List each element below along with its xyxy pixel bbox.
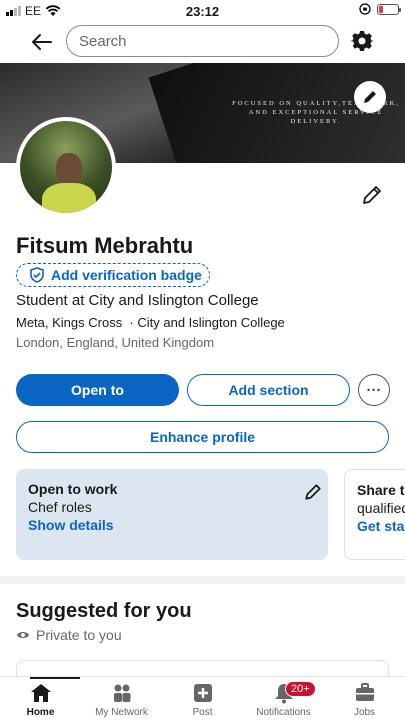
notification-count-badge: 20+: [285, 681, 316, 697]
open-to-button[interactable]: Open to: [16, 374, 179, 406]
status-bar: EE 23:12: [0, 0, 405, 22]
private-label: Private to you: [36, 627, 122, 643]
home-icon: [30, 684, 51, 702]
edit-profile-pencil-icon[interactable]: [360, 183, 384, 207]
verify-label: Add verification badge: [51, 267, 202, 283]
eye-icon: [17, 632, 29, 638]
tab-notifications[interactable]: 20+ Notifications: [243, 681, 324, 720]
open-to-work-title: Open to work: [28, 481, 118, 497]
tab-my-network[interactable]: My Network: [81, 681, 162, 720]
edit-cover-button[interactable]: [354, 81, 386, 113]
add-section-button[interactable]: Add section: [187, 374, 350, 406]
profile-name: Fitsum Mebrahtu: [16, 233, 194, 258]
active-tab-indicator: [30, 677, 80, 679]
shield-check-icon: [30, 267, 44, 283]
tab-post[interactable]: Post: [162, 681, 243, 720]
status-right: [359, 3, 401, 15]
share-card-title: Share th: [357, 482, 405, 498]
pencil-icon[interactable]: [304, 483, 322, 501]
briefcase-icon: [355, 683, 374, 701]
tab-label: Post: [192, 707, 213, 718]
back-arrow-icon[interactable]: [30, 30, 54, 54]
search-input[interactable]: Search: [66, 25, 339, 57]
network-icon: [113, 684, 130, 702]
avatar[interactable]: [16, 117, 116, 217]
avatar-head: [56, 153, 82, 185]
suggested-title: Suggested for you: [16, 600, 192, 622]
pencil-icon: [364, 91, 376, 103]
profile-company: Meta, Kings Cross · City and Islington C…: [16, 315, 285, 330]
profile-location: London, England, United Kingdom: [16, 335, 215, 350]
tab-label: Jobs: [353, 707, 376, 718]
tab-label: Home: [26, 707, 55, 718]
open-to-work-role: Chef roles: [28, 499, 92, 515]
more-options-button[interactable]: ···: [358, 374, 390, 406]
tab-jobs[interactable]: Jobs: [324, 681, 405, 720]
bottom-tab-bar: Home My Network Post 20+ Notifications J…: [0, 676, 405, 720]
orientation-lock-icon: [359, 3, 371, 15]
add-verification-badge-button[interactable]: Add verification badge: [16, 263, 210, 287]
share-card-link[interactable]: Get star: [357, 518, 405, 534]
tab-label: My Network: [95, 707, 148, 718]
post-icon: [193, 684, 212, 702]
show-details-link[interactable]: Show details: [28, 517, 316, 533]
status-time: 23:12: [185, 4, 220, 19]
share-card-body: qualified: [357, 500, 405, 516]
enhance-profile-button[interactable]: Enhance profile: [16, 421, 389, 453]
gear-icon[interactable]: [350, 29, 374, 53]
tab-home[interactable]: Home: [0, 681, 81, 720]
avatar-body: [42, 183, 96, 213]
section-divider: [0, 576, 405, 584]
profile-headline: Student at City and Islington College: [16, 292, 259, 309]
top-nav: Search: [0, 22, 405, 62]
private-indicator: Private to you: [16, 627, 122, 643]
open-to-work-card[interactable]: Open to work Chef roles Show details: [16, 469, 328, 560]
tab-label: Notifications: [256, 707, 311, 718]
battery-icon: [377, 3, 401, 15]
share-card[interactable]: Share th qualified Get star: [344, 469, 405, 560]
